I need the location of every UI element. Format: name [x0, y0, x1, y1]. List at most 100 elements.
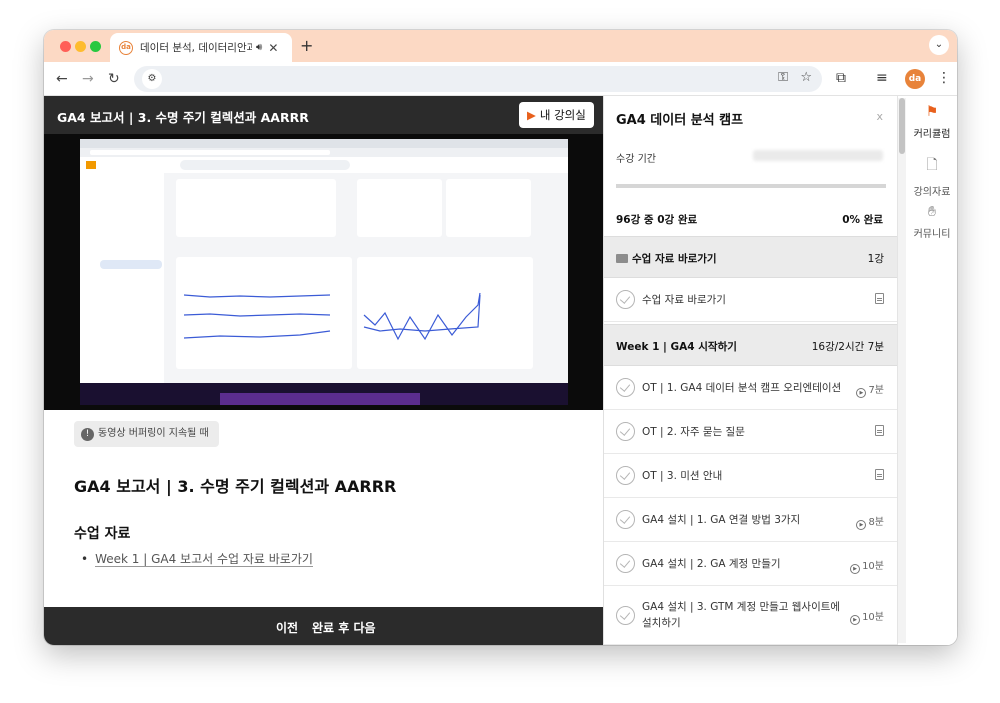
tab-strip: da 데이터 분석, 데이터리안과 시작하기 🔊︎ ✕ + ⌄	[44, 30, 957, 62]
lesson-item[interactable]: GA4 설치 | 3. GTM 계정 만들고 웹사이트에 설치하기 ▶ 10분	[604, 586, 897, 645]
lesson-item[interactable]: OT | 1. GA4 데이터 분석 캠프 오리엔테이션 ▶ 7분	[604, 366, 897, 410]
close-panel-icon[interactable]: x	[876, 110, 883, 123]
check-circle-icon	[616, 466, 635, 485]
lesson-duration: ▶ 8분	[856, 513, 884, 530]
extensions-icon[interactable]: ⧉	[836, 70, 846, 86]
browser-toolbar: ← → ↻ ⚙ ⚿ ☆ ⧉ ≡ da ⋮	[44, 62, 957, 96]
back-arrow-icon[interactable]: ←	[56, 70, 68, 88]
profile-avatar[interactable]: da	[905, 69, 925, 89]
check-circle-icon	[616, 606, 635, 625]
lesson-name: OT | 3. 미션 안내	[642, 470, 723, 482]
minimize-window-button[interactable]	[75, 41, 86, 52]
course-title: GA4 데이터 분석 캠프	[616, 113, 744, 128]
tab-title: 데이터 분석, 데이터리안과 시작하기	[140, 42, 252, 54]
lesson-item[interactable]: 수업 자료 바로가기	[604, 278, 897, 322]
lesson-name: GA4 설치 | 3. GTM 계정 만들고 웹사이트에설치하기	[642, 599, 840, 631]
forward-arrow-icon[interactable]: →	[82, 70, 94, 88]
section-meta: 16강/2시간 7분	[811, 341, 884, 353]
duration-text: 7분	[868, 385, 884, 396]
scrollbar[interactable]	[898, 98, 906, 643]
section-name: 수업 자료 바로가기	[616, 251, 717, 266]
play-circle-icon: ▶	[856, 520, 867, 530]
lesson-header: GA4 보고서 | 3. 수명 주기 컬렉션과 AARRR ▶ 내 강의실	[44, 96, 603, 134]
lesson-name: 수업 자료 바로가기	[642, 294, 726, 306]
lesson-name: OT | 1. GA4 데이터 분석 캠프 오리엔테이션	[642, 382, 842, 394]
lesson-name: OT | 2. 자주 묻는 질문	[642, 426, 745, 438]
tab-search-button[interactable]: ⌄	[929, 35, 949, 55]
lesson-duration: ▶ 10분	[850, 557, 884, 574]
rail-materials-label: 강의자료	[913, 187, 951, 198]
section-name-text: 수업 자료 바로가기	[632, 253, 717, 265]
progress-bar	[616, 184, 886, 188]
curriculum-panel: GA4 데이터 분석 캠프 x 수강 기간 96강 중 0강 완료 0% 완료 …	[603, 96, 897, 645]
lesson-name: GA4 설치 | 1. GA 연결 방법 3가지	[642, 514, 801, 526]
browser-window: da 데이터 분석, 데이터리안과 시작하기 🔊︎ ✕ + ⌄ ← → ↻ ⚙ …	[44, 30, 957, 645]
check-circle-icon	[616, 554, 635, 573]
lesson-body-title: GA4 보고서 | 3. 수명 주기 컬렉션과 AARRR	[74, 477, 397, 496]
site-favicon-icon: da	[119, 40, 133, 55]
lesson-name-line1: GA4 설치 | 3. GTM 계정 만들고 웹사이트에	[642, 601, 841, 613]
lesson-title: GA4 보고서 | 3. 수명 주기 컬렉션과 AARRR	[57, 110, 309, 125]
enrollment-period-value	[753, 150, 883, 161]
completion-count: 96강 중 0강 완료	[616, 214, 698, 226]
materials-link[interactable]: Week 1 | GA4 보고서 수업 자료 바로가기	[95, 552, 313, 567]
video-frame	[80, 139, 568, 405]
duration-text: 10분	[862, 561, 884, 572]
buffering-note-text: 동영상 버퍼링이 지속될 때	[98, 428, 209, 439]
lesson-name-line2: 설치하기	[642, 617, 681, 629]
check-circle-icon	[616, 510, 635, 529]
complete-and-next-button[interactable]: 완료 후 다음	[312, 619, 376, 636]
check-circle-icon	[616, 378, 635, 397]
my-classroom-label: 내 강의실	[539, 108, 586, 122]
more-menu-icon[interactable]: ⋮	[937, 70, 951, 86]
sidebar-rail: ⚑ 커리큘럼 🗋︎ 강의자료 ✋︎ 커뮤니티	[897, 96, 957, 645]
materials-heading: 수업 자료	[74, 526, 131, 542]
bullet-icon: •	[81, 552, 89, 566]
play-circle-icon: ▶	[850, 615, 861, 625]
close-tab-icon[interactable]: ✕	[268, 41, 278, 55]
play-circle-icon: ▶	[856, 388, 867, 398]
check-circle-icon	[616, 290, 635, 309]
file-add-icon: 🗋︎	[926, 157, 938, 173]
document-icon	[875, 425, 884, 437]
community-icon: ✋︎	[928, 204, 936, 220]
lesson-duration: ▶ 7분	[856, 381, 884, 398]
materials-list-item: • Week 1 | GA4 보고서 수업 자료 바로가기	[81, 550, 313, 567]
my-classroom-button[interactable]: ▶ 내 강의실	[519, 102, 594, 128]
folder-icon	[616, 254, 628, 263]
address-bar[interactable]: ⚙ ⚿ ☆	[134, 66, 822, 92]
rail-materials[interactable]: 🗋︎ 강의자료	[906, 154, 957, 199]
speaker-icon[interactable]: 🔊︎	[256, 42, 262, 53]
play-circle-icon: ▶	[850, 564, 861, 574]
buffering-help-button[interactable]: ! 동영상 버퍼링이 지속될 때	[74, 421, 219, 447]
section-header[interactable]: Week 1 | GA4 시작하기 16강/2시간 7분	[604, 324, 897, 366]
lesson-item[interactable]: OT | 2. 자주 묻는 질문	[604, 410, 897, 454]
lesson-item[interactable]: GA4 설치 | 2. GA 계정 만들기 ▶ 10분	[604, 542, 897, 586]
enrollment-period-label: 수강 기간	[616, 154, 656, 165]
bookmark-star-icon[interactable]: ☆	[800, 70, 812, 85]
reload-icon[interactable]: ↻	[108, 70, 120, 88]
lesson-item[interactable]: GA4 설치 | 1. GA 연결 방법 3가지 ▶ 8분	[604, 498, 897, 542]
new-tab-button[interactable]: +	[300, 36, 313, 55]
page-content: GA4 보고서 | 3. 수명 주기 컬렉션과 AARRR ▶ 내 강의실 ! …	[44, 96, 957, 645]
media-queue-icon[interactable]: ≡	[876, 70, 888, 86]
key-icon[interactable]: ⚿	[778, 70, 788, 85]
scrollbar-thumb[interactable]	[899, 98, 905, 154]
section-name: Week 1 | GA4 시작하기	[616, 341, 737, 353]
close-window-button[interactable]	[60, 41, 71, 52]
document-icon	[875, 293, 884, 305]
video-frame-image	[80, 139, 568, 405]
rail-curriculum[interactable]: ⚑ 커리큘럼	[906, 104, 957, 141]
maximize-window-button[interactable]	[90, 41, 101, 52]
lesson-footer: 이전 완료 후 다음	[44, 607, 603, 645]
rail-community[interactable]: ✋︎ 커뮤니티	[906, 204, 957, 241]
active-tab[interactable]: da 데이터 분석, 데이터리안과 시작하기 🔊︎ ✕	[110, 33, 292, 62]
rail-curriculum-label: 커리큘럼	[913, 129, 951, 140]
video-player[interactable]	[44, 134, 603, 410]
section-header[interactable]: 수업 자료 바로가기 1강	[604, 236, 897, 278]
previous-button[interactable]: 이전	[276, 619, 298, 636]
rail-community-label: 커뮤니티	[913, 229, 951, 240]
site-settings-icon[interactable]: ⚙	[142, 69, 162, 89]
document-icon	[875, 469, 884, 481]
lesson-item[interactable]: OT | 3. 미션 안내	[604, 454, 897, 498]
